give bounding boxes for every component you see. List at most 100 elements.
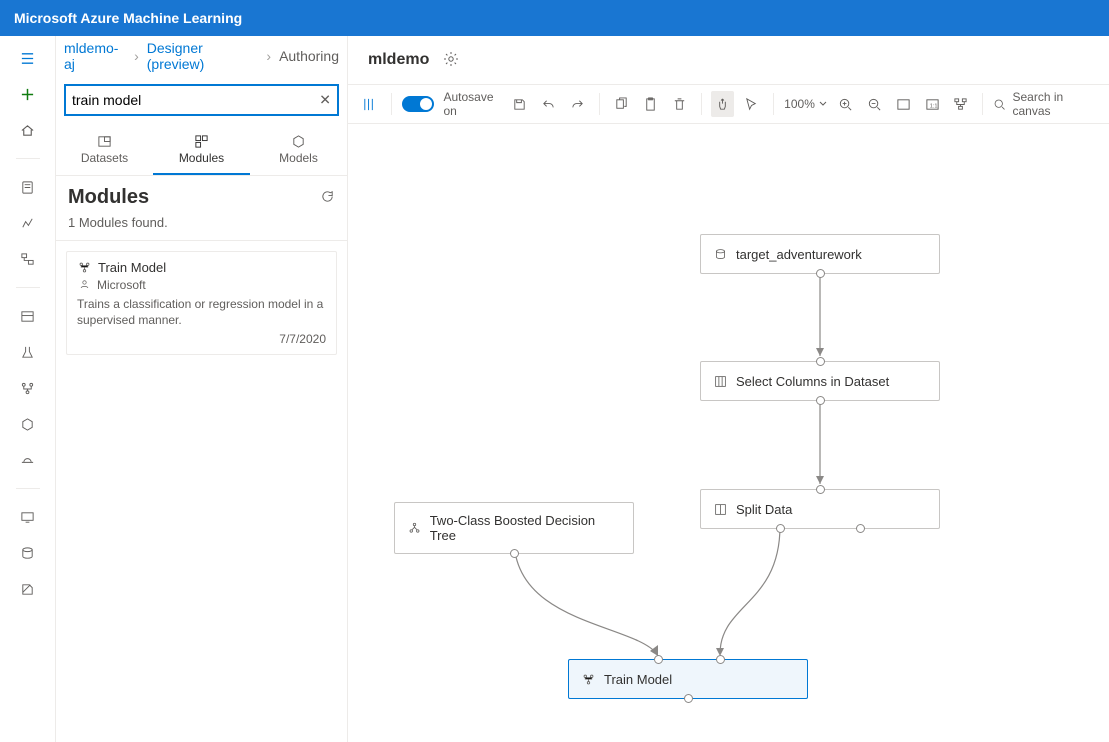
autosave-toggle[interactable] — [402, 96, 434, 112]
refresh-icon[interactable] — [320, 189, 335, 207]
node-train-model[interactable]: Train Model — [568, 659, 808, 699]
automl-icon[interactable] — [12, 211, 44, 235]
train-icon — [581, 672, 596, 687]
input-port-1[interactable] — [654, 655, 663, 664]
designer-icon[interactable] — [12, 247, 44, 271]
delete-icon[interactable] — [668, 91, 691, 117]
undo-icon[interactable] — [537, 91, 560, 117]
node-label: Select Columns in Dataset — [736, 374, 889, 389]
tab-datasets[interactable]: Datasets — [56, 126, 153, 175]
node-label: Split Data — [736, 502, 792, 517]
split-icon — [713, 502, 728, 517]
auto-layout-icon[interactable] — [950, 91, 973, 117]
models-icon[interactable] — [12, 412, 44, 436]
input-port[interactable] — [816, 485, 825, 494]
dataset-icon — [713, 247, 728, 262]
output-port[interactable] — [816, 396, 825, 405]
input-port-2[interactable] — [716, 655, 725, 664]
output-port-1[interactable] — [776, 524, 785, 533]
datastores-icon[interactable] — [12, 541, 44, 565]
tab-label: Models — [279, 151, 318, 165]
node-split-data[interactable]: Split Data — [700, 489, 940, 529]
output-port-2[interactable] — [856, 524, 865, 533]
actual-size-icon[interactable]: 1:1 — [921, 91, 944, 117]
experiments-icon[interactable] — [12, 340, 44, 364]
card-description: Trains a classification or regression mo… — [77, 296, 326, 328]
person-icon — [77, 277, 92, 292]
tab-label: Modules — [179, 151, 224, 165]
breadcrumb: mldemo-aj › Designer (preview) › Authori… — [56, 36, 347, 76]
node-label: Train Model — [604, 672, 672, 687]
svg-text:1:1: 1:1 — [929, 103, 937, 109]
pipelines-icon[interactable] — [12, 376, 44, 400]
hamburger-icon[interactable] — [12, 46, 44, 70]
select-icon[interactable] — [740, 91, 763, 117]
redo-icon[interactable] — [566, 91, 589, 117]
breadcrumb-designer[interactable]: Designer (preview) — [147, 40, 259, 72]
module-card[interactable]: Train Model Microsoft Trains a classific… — [66, 251, 337, 355]
pan-icon[interactable] — [711, 91, 734, 117]
copy-icon[interactable] — [610, 91, 633, 117]
output-port[interactable] — [684, 694, 693, 703]
input-port[interactable] — [816, 357, 825, 366]
breadcrumb-current: Authoring — [279, 48, 339, 64]
gear-icon[interactable] — [443, 51, 459, 70]
home-icon[interactable] — [12, 118, 44, 142]
output-port[interactable] — [510, 549, 519, 558]
tab-label: Datasets — [81, 151, 128, 165]
clear-icon[interactable]: ✕ — [319, 92, 331, 109]
output-port[interactable] — [816, 269, 825, 278]
nav-divider — [16, 158, 40, 159]
zoom-out-icon[interactable] — [863, 91, 886, 117]
node-label: Two-Class Boosted Decision Tree — [430, 513, 621, 543]
show-panel-icon[interactable] — [358, 91, 381, 117]
card-date: 7/7/2020 — [77, 332, 326, 346]
nav-rail — [0, 36, 56, 742]
chevron-right-icon: › — [266, 48, 271, 64]
node-target-dataset[interactable]: target_adventurework — [700, 234, 940, 274]
notebooks-icon[interactable] — [12, 175, 44, 199]
canvas-search-placeholder: Search in canvas — [1013, 90, 1094, 118]
datasets-icon[interactable] — [12, 304, 44, 328]
select-columns-icon — [713, 374, 728, 389]
algorithm-icon — [407, 521, 422, 536]
edges-layer — [348, 124, 1109, 742]
endpoints-icon[interactable] — [12, 448, 44, 472]
node-two-class-tree[interactable]: Two-Class Boosted Decision Tree — [394, 502, 634, 554]
chevron-right-icon: › — [134, 48, 139, 64]
fit-screen-icon[interactable] — [892, 91, 915, 117]
nav-divider — [16, 488, 40, 489]
module-icon — [77, 260, 92, 275]
labeling-icon[interactable] — [12, 577, 44, 601]
node-label: target_adventurework — [736, 247, 862, 262]
paste-icon[interactable] — [639, 91, 662, 117]
zoom-level[interactable]: 100% — [784, 97, 828, 111]
canvas-toolbar: Autosave on 100% 1:1 Search in canvas — [348, 84, 1109, 124]
app-title-bar: Microsoft Azure Machine Learning — [0, 0, 1109, 36]
pipeline-canvas[interactable]: target_adventurework Select Columns in D… — [348, 124, 1109, 742]
save-icon[interactable] — [508, 91, 531, 117]
pipeline-title: mldemo — [368, 51, 429, 69]
asset-tabs: Datasets Modules Models — [56, 126, 347, 176]
autosave-label: Autosave on — [444, 90, 503, 118]
tab-models[interactable]: Models — [250, 126, 347, 175]
node-select-columns[interactable]: Select Columns in Dataset — [700, 361, 940, 401]
tab-modules[interactable]: Modules — [153, 126, 250, 175]
canvas-area: mldemo Autosave on 100% 1:1 — [348, 36, 1109, 742]
module-panel: mldemo-aj › Designer (preview) › Authori… — [56, 36, 348, 742]
module-search-box: ✕ — [64, 84, 339, 116]
results-count: 1 Modules found. — [56, 213, 347, 241]
nav-divider — [16, 287, 40, 288]
app-title: Microsoft Azure Machine Learning — [14, 10, 242, 26]
canvas-header: mldemo — [348, 36, 1109, 84]
compute-icon[interactable] — [12, 505, 44, 529]
canvas-search[interactable]: Search in canvas — [993, 90, 1093, 118]
card-title: Train Model — [98, 260, 166, 275]
panel-heading: Modules — [68, 186, 149, 209]
zoom-in-icon[interactable] — [834, 91, 857, 117]
main-layout: mldemo-aj › Designer (preview) › Authori… — [0, 36, 1109, 742]
add-icon[interactable] — [12, 82, 44, 106]
card-author: Microsoft — [97, 278, 146, 292]
breadcrumb-root[interactable]: mldemo-aj — [64, 40, 126, 72]
module-search-input[interactable] — [72, 92, 309, 108]
